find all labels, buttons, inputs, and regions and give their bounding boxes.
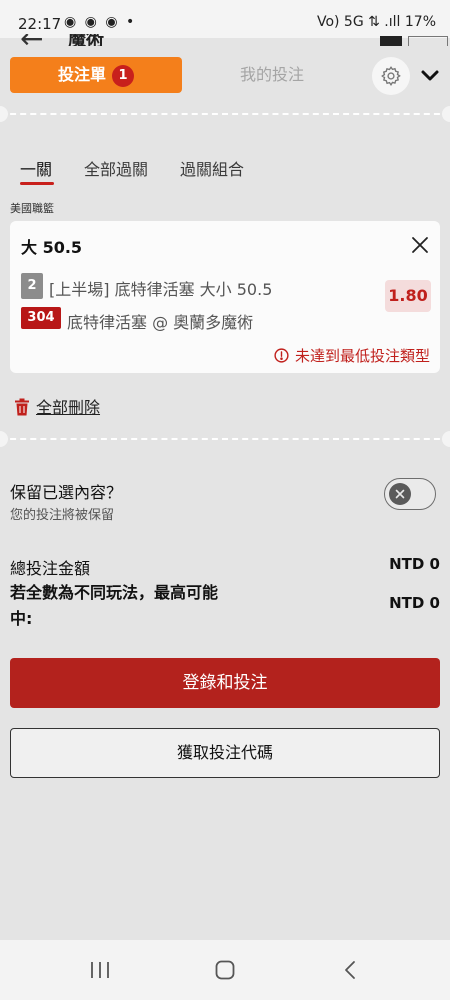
ticket-notch [442, 431, 450, 447]
divider [0, 113, 450, 115]
period-badge: 2 [21, 273, 43, 299]
alert-circle-icon [274, 348, 289, 363]
back-icon[interactable] [343, 960, 357, 980]
total-stake-value: NTD 0 [389, 555, 440, 573]
match-name: 底特律活塞 @ 奧蘭多魔術 [67, 313, 254, 332]
retain-selections-subtitle: 您的投注將被保留 [10, 508, 115, 523]
odds-value: 1.80 [385, 280, 431, 312]
bet-type-tabs: 一關 全部過關 過關組合 [0, 146, 450, 190]
close-icon[interactable] [410, 235, 430, 255]
max-win-label: 若全數為不同玩法，最高可能中: [10, 583, 219, 628]
notification-icons: ◉ ◉ ◉ • [64, 14, 137, 30]
bet-slip-header: 投注單 1 我的投注 [0, 46, 450, 106]
toggle-knob [389, 483, 411, 505]
warning-text: 未達到最低投注類型 [294, 347, 430, 365]
retain-selections-title: 保留已選內容？ [10, 483, 123, 502]
get-bet-code-button[interactable]: 獲取投注代碼 [10, 728, 440, 778]
ticket-notch [0, 431, 8, 447]
tab-my-bets[interactable]: 我的投注 [192, 57, 352, 93]
ticket-notch [0, 106, 8, 122]
match-id-badge: 304 [21, 307, 61, 329]
min-bet-warning: 未達到最低投注類型 [274, 345, 430, 366]
login-and-bet-button[interactable]: 登錄和投注 [10, 658, 440, 708]
recent-apps-icon[interactable] [89, 961, 111, 979]
tab-all-parlay[interactable]: 全部過關 [84, 156, 148, 180]
retain-selections-toggle[interactable] [384, 478, 436, 510]
status-bar: 22:17 ◉ ◉ ◉ • Vo) 5G ⇅ .ıll 17% [0, 0, 450, 38]
divider [0, 438, 450, 440]
bet-selection-card: 大 50.5 2 [上半場] 底特律活塞 大小 50.5 1.80 304 底特… [10, 221, 440, 373]
chevron-down-icon[interactable] [418, 66, 442, 86]
home-icon[interactable] [215, 960, 235, 980]
tab-bet-slip-label: 投注單 [57, 65, 106, 84]
selection-title: 大 50.5 [21, 238, 83, 257]
status-indicators: Vo) 5G ⇅ .ıll 17% [316, 14, 436, 30]
close-circle-icon [395, 489, 405, 499]
tab-single[interactable]: 一關 [20, 156, 52, 180]
settings-button[interactable] [372, 57, 410, 95]
league-label: 美國職籃 [10, 202, 54, 215]
delete-all-button[interactable]: 全部刪除 [14, 394, 100, 418]
status-time: 22:17 [18, 15, 62, 33]
max-win-value: NTD 0 [389, 594, 440, 612]
ticket-notch [442, 106, 450, 122]
tab-bet-slip[interactable]: 投注單 1 [10, 57, 182, 93]
active-tab-indicator [20, 182, 54, 185]
market-description: [上半場] 底特律活塞 大小 50.5 [49, 280, 273, 299]
bet-slip-sheet: 投注單 1 我的投注 一關 全部過關 過關組合 美國職籃 大 50.5 2 [上半… [0, 46, 450, 940]
system-nav-bar [0, 940, 450, 1000]
delete-all-label: 全部刪除 [36, 398, 101, 417]
trash-icon [15, 398, 29, 416]
gear-icon [381, 66, 401, 86]
tab-parlay-combo[interactable]: 過關組合 [180, 156, 244, 180]
total-stake-label: 總投注金額 [10, 559, 91, 578]
bet-count-badge: 1 [112, 65, 134, 87]
